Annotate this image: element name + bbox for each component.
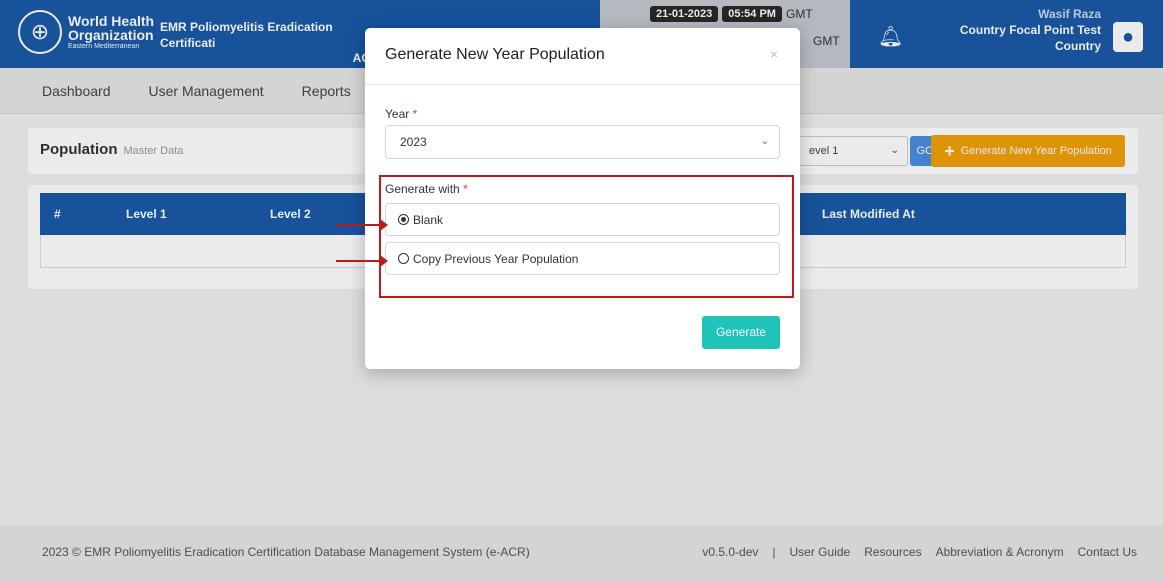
year-select[interactable]: 2023 ⌄ xyxy=(385,125,780,159)
modal-title: Generate New Year Population xyxy=(385,46,605,63)
close-icon[interactable]: × xyxy=(770,46,778,62)
annotation-highlight-box xyxy=(379,175,794,298)
year-label: Year * xyxy=(385,107,418,121)
annotation-arrow-icon xyxy=(336,255,388,267)
chevron-down-icon: ⌄ xyxy=(760,136,769,147)
modal-header: Generate New Year Population × xyxy=(365,28,800,85)
annotation-arrow-icon xyxy=(336,219,388,231)
generate-button[interactable]: Generate xyxy=(702,316,780,349)
